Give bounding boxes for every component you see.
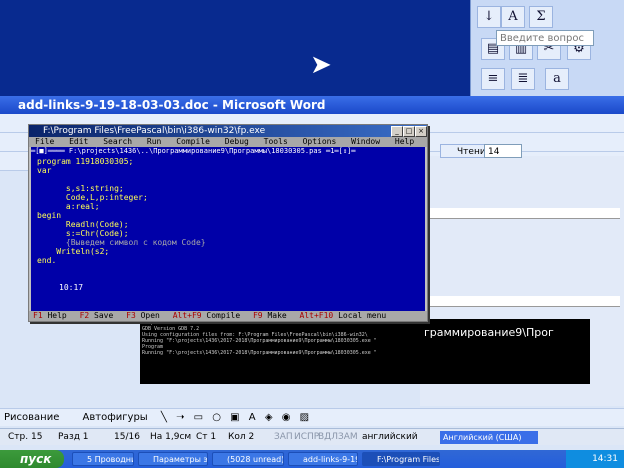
fp-menu-bar: File Edit Search Run Compile Debug Tools… xyxy=(29,137,427,147)
fp-status-bar: F1 Help F2 Save F3 Open Alt+F9 Compile F… xyxy=(29,311,427,321)
console-output: Compiler Version 2.6.4 GDB Version GDB 7… xyxy=(140,318,420,384)
word-side-toolbar: ↓ A Σ ▤ ▥ ✂ ⚙ ≡ ≣ a xyxy=(470,0,624,96)
code-line: Readln(Code); xyxy=(37,220,129,229)
status-page: Стр. 15 xyxy=(8,432,43,442)
word-title: add-links-9-19-18-03-03.doc - Microsoft … xyxy=(18,98,326,112)
minimize-icon[interactable]: _ xyxy=(391,126,403,137)
menu-run[interactable]: Run xyxy=(147,137,161,146)
cursor-position: 10:17 xyxy=(59,283,84,292)
task-explorer[interactable]: 5 Проводник xyxy=(72,452,134,466)
code-line: a:real; xyxy=(37,202,100,211)
fp-title: F:\Program Files\FreePascal\bin\i386-win… xyxy=(43,126,266,136)
mouse-pointer-icon: ➤ xyxy=(310,50,332,80)
status-at: На 1,9см xyxy=(150,432,192,442)
status-ext[interactable]: ВДЛ xyxy=(318,429,338,445)
sort-az-icon[interactable]: A xyxy=(501,6,525,28)
menu-help[interactable]: Help xyxy=(395,137,414,146)
ask-question-input[interactable]: Введите вопрос xyxy=(496,30,594,46)
menu-file[interactable]: File xyxy=(35,137,54,146)
status-label: Help xyxy=(47,311,67,320)
status-trk[interactable]: ИСПР xyxy=(294,429,319,445)
status-help[interactable]: F1 Help xyxy=(33,311,67,320)
autoshapes-menu[interactable]: Автофигуры xyxy=(83,412,148,423)
key-label: F9 xyxy=(252,311,263,320)
editor-frame-title: ═[■]════ F:\projects\1436\..\Программиро… xyxy=(31,147,356,155)
status-pages: 15/16 xyxy=(114,432,140,442)
menu-options[interactable]: Options xyxy=(303,137,337,146)
status-make[interactable]: F9 Make xyxy=(253,311,287,320)
sort-desc-icon[interactable]: ↓ xyxy=(477,6,501,28)
font-size-value: 14 xyxy=(488,147,500,157)
console-line: Running "F:\projects\1436\2017-2018\Прог… xyxy=(142,350,377,356)
status-open[interactable]: F3 Open xyxy=(126,311,160,320)
code-editor[interactable]: program 11918030305; var s,s1:string; Co… xyxy=(31,147,425,311)
sum-icon[interactable]: Σ xyxy=(529,6,553,28)
drawing-menu[interactable]: Рисование xyxy=(4,412,59,423)
code-line: Code,L,p:integer; xyxy=(37,193,148,202)
maximize-icon[interactable]: □ xyxy=(403,126,415,137)
task-word[interactable]: add-links-9-19-18-0... xyxy=(288,452,358,466)
code-line: program 11918030305; xyxy=(37,157,134,166)
code-line: Writeln(s2; xyxy=(37,247,110,256)
status-section: Разд 1 xyxy=(58,432,89,442)
indent-icon[interactable]: ≡ xyxy=(481,68,505,90)
clock: 14:31 xyxy=(592,454,618,464)
font-size-select[interactable]: 14 xyxy=(484,144,522,158)
close-icon[interactable]: × xyxy=(415,126,427,137)
status-save[interactable]: F2 Save xyxy=(80,311,114,320)
code-line: s:=Chr(Code); xyxy=(37,229,129,238)
menu-compile[interactable]: Compile xyxy=(176,137,210,146)
ruler-2 xyxy=(400,296,620,307)
status-label: Compile xyxy=(206,311,241,320)
task-freepascal[interactable]: F:\Program Files\Fre... xyxy=(362,452,440,466)
key-label: Alt+F9 xyxy=(172,311,202,320)
status-label: Open xyxy=(140,311,160,320)
language-bar[interactable]: Английский (США) xyxy=(440,431,538,444)
start-button[interactable]: пуск xyxy=(0,450,64,468)
status-local-menu[interactable]: Alt+F10 Local menu xyxy=(300,311,387,320)
status-rec[interactable]: ЗАП xyxy=(274,429,293,445)
task-display-settings[interactable]: Параметры экранно... xyxy=(138,452,208,466)
doc-body-text: числа, вводимые с xyxy=(413,373,502,383)
change-case-icon[interactable]: a xyxy=(545,68,569,90)
code-line: s,s1:string; xyxy=(37,184,124,193)
doc-path-text: граммирование9\Прог xyxy=(424,326,554,339)
drawing-toolbar: Рисование Автофигуры ╲ ➝ ▭ ○ ▣ A ◈ ◉ ▨ xyxy=(0,408,624,426)
menu-search[interactable]: Search xyxy=(103,137,132,146)
key-label: F2 xyxy=(79,311,90,320)
menu-tools[interactable]: Tools xyxy=(264,137,288,146)
key-label: Alt+F10 xyxy=(299,311,334,320)
console-line: Running "F:\projects\1436\2017-2018\Прог… xyxy=(142,338,377,344)
status-ovr[interactable]: ЗАМ xyxy=(338,429,358,445)
key-label: F3 xyxy=(126,311,136,320)
system-tray: 14:31 xyxy=(566,450,624,468)
task-mail[interactable]: (5028 unread) - auto... xyxy=(212,452,284,466)
code-line: end. xyxy=(37,256,57,265)
key-label: F1 xyxy=(33,311,43,320)
freepascal-window: F:\Program Files\FreePascal\bin\i386-win… xyxy=(28,124,428,322)
status-label: Local menu xyxy=(338,311,387,320)
ruler xyxy=(420,208,620,219)
code-line: begin xyxy=(37,211,62,220)
status-col: Кол 2 xyxy=(228,432,255,442)
code-comment-line: {Выведем символ с кодом Code} xyxy=(37,238,206,247)
status-lang: английский xyxy=(362,432,418,442)
fp-title-bar: F:\Program Files\FreePascal\bin\i386-win… xyxy=(29,125,427,137)
status-label: Save xyxy=(94,311,114,320)
menu-debug[interactable]: Debug xyxy=(225,137,249,146)
status-label: Make xyxy=(267,311,287,320)
word-title-bar: add-links-9-19-18-03-03.doc - Microsoft … xyxy=(0,96,624,114)
status-line: Ст 1 xyxy=(196,432,217,442)
code-line: var xyxy=(37,166,52,175)
draw-shape-icons[interactable]: ╲ ➝ ▭ ○ ▣ A ◈ ◉ ▨ xyxy=(161,412,312,423)
status-compile[interactable]: Alt+F9 Compile xyxy=(173,311,240,320)
menu-window[interactable]: Window xyxy=(351,137,380,146)
menu-edit[interactable]: Edit xyxy=(69,137,88,146)
outdent-icon[interactable]: ≣ xyxy=(511,68,535,90)
